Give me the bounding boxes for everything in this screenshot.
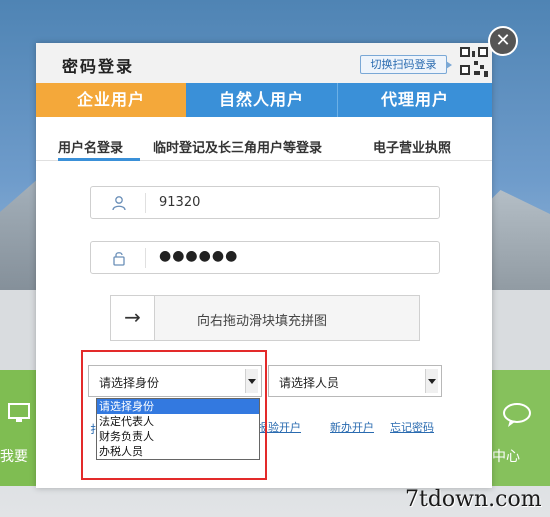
background-left-text: 我要	[0, 449, 28, 465]
modal-header: 密码登录 切换扫码登录	[36, 43, 492, 83]
field-separator	[145, 248, 146, 268]
tab-natural-person-user[interactable]: 自然人用户	[186, 83, 338, 117]
person-select[interactable]: 请选择人员	[268, 365, 442, 397]
background-right-text: 中心	[492, 449, 520, 465]
close-button[interactable]: ✕	[488, 26, 518, 56]
chevron-down-icon[interactable]	[425, 369, 438, 393]
forgot-password-link[interactable]: 忘记密码	[390, 419, 434, 435]
field-separator	[145, 193, 146, 213]
new-account-link[interactable]: 新办开户	[330, 419, 374, 435]
active-subtab-indicator	[58, 158, 140, 161]
subtab-username-login[interactable]: 用户名登录	[58, 137, 123, 156]
subtab-electronic-license[interactable]: 电子营业执照	[373, 137, 451, 156]
username-input[interactable]	[159, 187, 429, 218]
switch-qr-login-button[interactable]: 切换扫码登录	[360, 55, 452, 74]
background-green-band-left	[0, 370, 36, 486]
lock-icon	[113, 252, 125, 266]
slider-instruction: 向右拖动滑块填充拼图	[197, 314, 328, 329]
login-modal: 密码登录 切换扫码登录 企业用户 自然人用户 代理用户 用户名登录 临时登记及长…	[36, 43, 492, 488]
qr-code-icon[interactable]	[456, 43, 492, 83]
person-select-value: 请选择人员	[279, 376, 340, 390]
chat-bubble-icon	[503, 403, 531, 427]
slider-captcha[interactable]: → 向右拖动滑块填充拼图	[110, 295, 420, 341]
login-method-tabs: 用户名登录 临时登记及长三角用户等登录 电子营业执照	[36, 127, 492, 161]
password-input[interactable]: ●●●●●●	[159, 248, 238, 264]
user-type-tabs: 企业用户 自然人用户 代理用户	[36, 83, 492, 117]
slider-handle[interactable]: →	[111, 296, 155, 340]
user-icon	[112, 196, 126, 211]
highlight-annotation-box	[81, 350, 267, 480]
password-field[interactable]: ●●●●●●	[90, 241, 440, 274]
monitor-icon	[8, 403, 30, 422]
tab-agent-user[interactable]: 代理用户	[338, 83, 492, 117]
subtab-temporary-login[interactable]: 临时登记及长三角用户等登录	[153, 137, 322, 156]
modal-title: 密码登录	[62, 57, 135, 76]
site-watermark: 7tdown.com	[405, 487, 542, 512]
username-field[interactable]	[90, 186, 440, 219]
tab-enterprise-user[interactable]: 企业用户	[36, 83, 186, 117]
